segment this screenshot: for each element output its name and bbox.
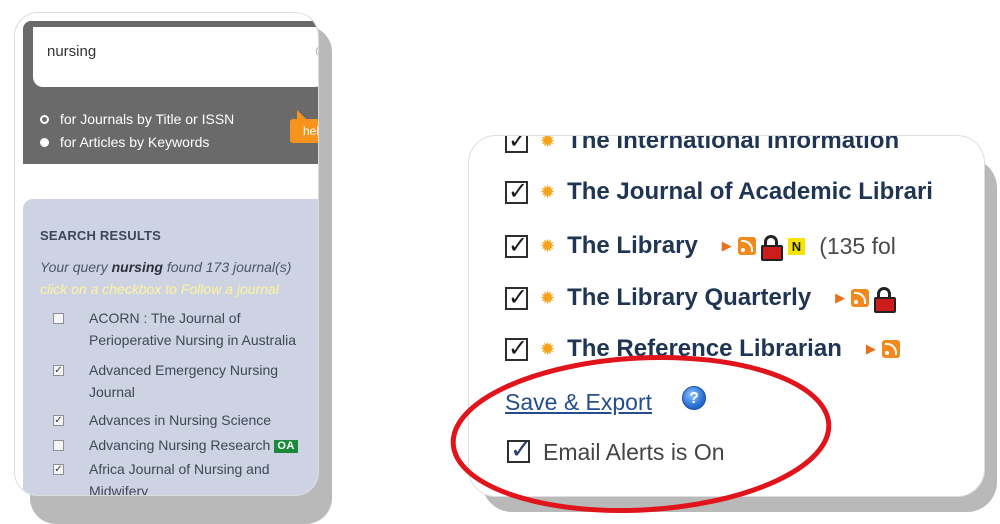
follow-checkbox[interactable] [53,440,64,451]
journal-title[interactable]: The Journal of Academic Librari [567,178,933,206]
journal-title[interactable]: ACORN : The Journal of Perioperative Nur… [89,307,318,351]
go-button[interactable]: Go [315,43,318,59]
email-alerts-label: Email Alerts is On [543,439,725,465]
followed-journal-row[interactable]: ✹ The Library ▶ N (135 fol [505,231,896,261]
email-alerts-checkbox[interactable] [507,435,532,465]
search-panel: Go for Journals by Title or ISSN for Art… [23,21,318,164]
followers-count: (135 fol [819,232,896,259]
follow-checkbox[interactable]: ✓ [53,365,64,376]
radio-journals-label: for Journals by Title or ISSN [60,111,235,127]
follow-checkbox[interactable]: ✓ [53,464,64,475]
followed-journal-row[interactable]: ✹ The International Information [505,136,899,155]
followed-journal-row[interactable]: ✹ The Library Quarterly ▶ [505,283,897,313]
journal-list-item[interactable]: ✓ Advances in Nursing Science [53,409,318,431]
radio-selected-icon[interactable] [40,114,49,124]
rss-icon[interactable] [851,289,870,307]
follow-checkbox[interactable] [53,313,64,324]
follow-checkbox[interactable] [505,177,528,205]
journal-title[interactable]: The International Information [567,136,899,155]
followed-journal-row[interactable]: ✹ The Journal of Academic Librari [505,177,933,206]
star-icon: ✹ [540,181,556,203]
followed-journal-row[interactable]: ✹ The Reference Librarian ▶ [505,334,904,363]
star-icon: ✹ [540,338,556,360]
lock-icon [760,235,783,261]
journal-title[interactable]: The Library Quarterly [567,284,811,312]
journal-title[interactable]: The Library [567,232,698,260]
search-results-panel: SEARCH RESULTS Your query nursing found … [23,199,318,495]
followed-journals-card: ✹ The International Information ✹ The Jo… [468,135,985,497]
journal-title[interactable]: Advanced Emergency Nursing Journal [89,359,318,403]
lock-icon [873,287,897,313]
journal-list-item[interactable]: ✓ Africa Journal of Nursing and Midwifer… [53,458,318,495]
radio-journals-option[interactable]: for Journals by Title or ISSN [40,111,234,127]
star-icon: ✹ [540,287,556,309]
star-icon: ✹ [540,235,556,257]
journal-list-item[interactable]: ACORN : The Journal of Perioperative Nur… [53,307,318,351]
follow-checkbox[interactable] [505,136,528,154]
follow-checkbox[interactable] [505,283,528,311]
radio-unselected-icon[interactable] [40,137,49,147]
search-card-content: Go for Journals by Title or ISSN for Art… [23,21,318,495]
rss-icon[interactable] [881,340,900,358]
search-card: Go for Journals by Title or ISSN for Art… [14,12,319,496]
help-button[interactable]: help [290,110,318,143]
journal-list-item[interactable]: Advancing Nursing Research OA [53,434,318,456]
expand-arrow-icon[interactable]: ▶ [866,342,876,357]
follow-checkbox[interactable] [505,334,528,362]
follow-checkbox[interactable] [505,231,528,259]
new-badge: N [787,237,806,255]
journal-title[interactable]: Advances in Nursing Science [89,409,271,431]
follow-checkbox[interactable]: ✓ [53,415,64,426]
results-title: SEARCH RESULTS [40,228,162,243]
expand-arrow-icon[interactable]: ▶ [722,239,732,254]
journal-title[interactable]: Advancing Nursing Research OA [89,434,298,456]
star-icon: ✹ [540,136,556,152]
query-summary: Your query nursing found 173 journal(s) [40,259,292,275]
open-access-badge: OA [274,440,298,453]
journal-list-item[interactable]: ✓ Advanced Emergency Nursing Journal [53,359,318,403]
follow-hint: click on a checkbox to Follow a journal [40,281,279,297]
expand-arrow-icon[interactable]: ▶ [835,291,845,306]
followed-journals-list: ✹ The International Information ✹ The Jo… [469,136,984,496]
search-input[interactable] [47,40,277,62]
rss-icon[interactable] [737,237,756,255]
journal-title[interactable]: The Reference Librarian [567,335,842,363]
save-export-link[interactable]: Save & Export [505,389,652,416]
journal-title[interactable]: Africa Journal of Nursing and Midwifery [89,458,318,495]
search-box: Go [33,27,318,87]
radio-articles-label: for Articles by Keywords [60,134,210,150]
radio-articles-option[interactable]: for Articles by Keywords [40,134,209,150]
help-icon[interactable]: ? [682,386,706,410]
